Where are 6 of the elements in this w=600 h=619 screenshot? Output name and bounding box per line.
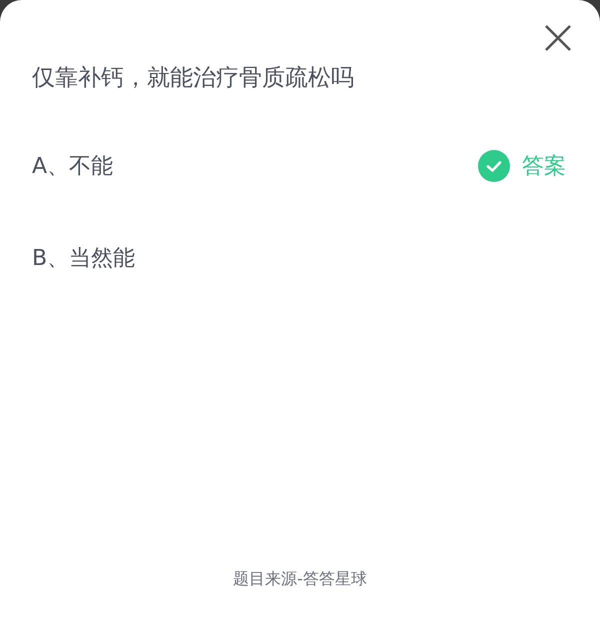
close-icon[interactable] [544, 24, 572, 52]
answer-label: 答案 [522, 152, 566, 180]
question-text: 仅靠补钙，就能治疗骨质疏松吗 [32, 64, 354, 93]
source-text: 题目来源-答答星球 [233, 568, 367, 590]
option-text[interactable]: B、当然能 [32, 242, 136, 274]
option-text[interactable]: A、不能 [32, 150, 114, 182]
